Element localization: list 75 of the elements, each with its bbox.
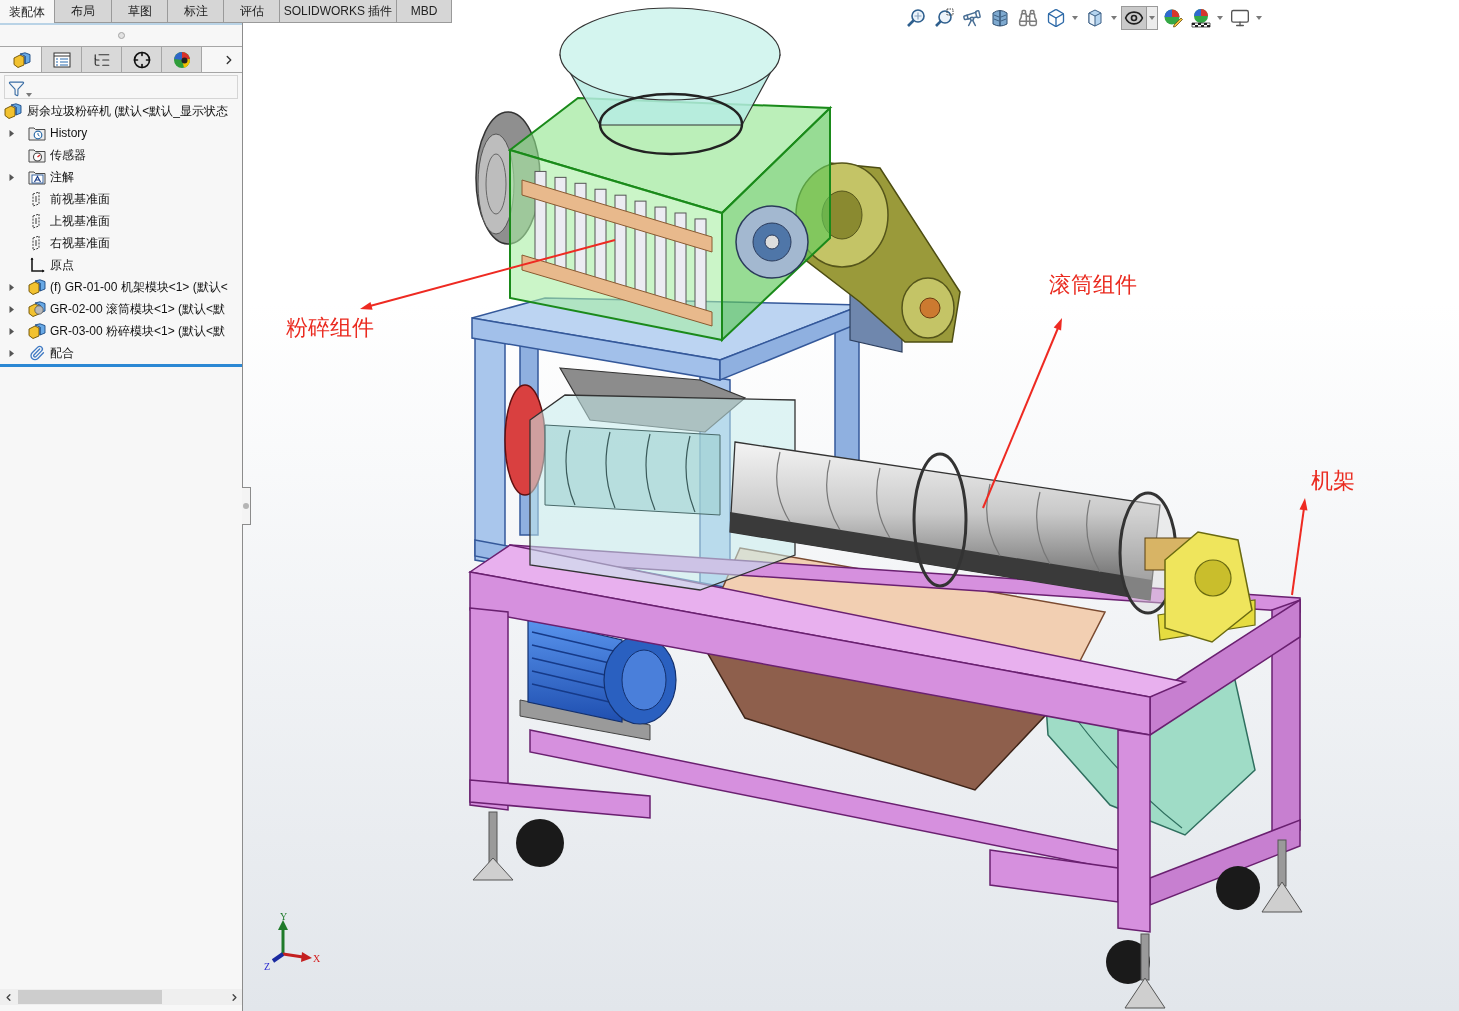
tree-item[interactable]: 配合 [50,344,74,362]
callout-label: 机架 [1311,470,1355,492]
tree-item[interactable]: 传感器 [50,146,86,164]
tree-item[interactable]: GR-03-00 粉碎模块<1> (默认<默 [50,322,226,340]
tree-item[interactable]: History [50,124,88,142]
tree-item[interactable]: 上视基准面 [50,212,110,230]
callout-label: 滚筒组件 [1049,274,1137,296]
magnifier-icon [906,8,926,28]
history-folder-icon [28,125,46,141]
color-ball-scene-icon [1191,8,1211,28]
tree-item[interactable]: 右视基准面 [50,234,110,252]
filter-icon [8,80,25,97]
expand-arrow-icon[interactable] [8,305,15,313]
caret-icon [26,93,32,97]
panel-tab[interactable] [162,47,202,72]
assembly-icon [12,51,31,68]
tree-item[interactable]: 原点 [50,256,74,274]
x-axis-arrow [282,952,312,962]
tree-item[interactable]: 厨余垃圾粉碎机 (默认<默认_显示状态 [27,102,228,120]
command-tab[interactable]: 标注 [168,0,224,23]
leveling-foot [472,811,514,881]
eye-icon [1124,8,1144,28]
assembly-icon [4,103,22,119]
scrollbar-thumb[interactable] [18,990,162,1004]
toolbar-button[interactable] [1188,6,1214,30]
expand-arrow-icon[interactable] [8,129,15,137]
caster-wheel [516,819,564,867]
caster-wheel [1216,866,1260,910]
expand-arrow-icon[interactable] [8,173,15,181]
panel-tab[interactable] [122,47,162,72]
color-ball-pencil-icon [1163,8,1183,28]
telescope-icon [962,8,982,28]
tree-item[interactable]: (f) GR-01-00 机架模块<1> (默认< [50,278,228,296]
tree-item[interactable]: 注解 [50,168,74,186]
axis-label: X [313,953,321,964]
scrollbar-track[interactable] [0,989,242,1005]
shaded-cube-icon [1085,8,1105,28]
origin-axes-icon [28,257,46,273]
assembly-icon [28,323,46,339]
panel-splitter-handle[interactable] [242,487,251,525]
splitter-grip-icon[interactable] [117,32,125,39]
expand-arrow-icon[interactable] [8,283,15,291]
cube-icon [1046,8,1066,28]
command-tab[interactable]: 草图 [112,0,168,23]
paperclip-icon [28,345,46,361]
annotation-folder-icon [28,169,46,185]
dropdown-button[interactable] [1147,6,1158,30]
caret-icon [1255,16,1262,20]
toolbar-button[interactable] [1121,6,1147,30]
command-tab[interactable]: 评估 [224,0,280,23]
caret-icon [1149,16,1155,20]
tree-item[interactable]: 前视基准面 [50,190,110,208]
list-icon [52,51,71,68]
command-tab[interactable]: SOLIDWORKS 插件 [280,0,397,23]
binoculars-icon [1018,8,1038,28]
crosshair-icon [132,50,151,69]
gauge-folder-icon [28,147,46,163]
caret-icon [1216,16,1223,20]
axis-label: Z [264,961,271,972]
cylinder-icon [990,8,1010,28]
magnifier-frame-icon [934,8,954,28]
expand-arrow-icon[interactable] [8,327,15,335]
callout-label: 粉碎组件 [286,317,374,339]
command-tab[interactable]: MBD [397,0,452,23]
caret-icon [1071,16,1078,20]
axis-label: Y [280,911,288,922]
expand-arrow-icon[interactable] [8,349,15,357]
command-tab[interactable]: 布局 [55,0,112,23]
tree-item[interactable]: GR-02-00 滚筒模块<1> (默认<默 [50,300,226,318]
assembly-disc-icon [28,301,46,317]
assembly-icon [28,279,46,295]
caret-icon [1110,16,1117,20]
y-axis-arrow [278,920,288,954]
color-ball-icon [172,50,191,69]
monitor-icon [1230,8,1250,28]
